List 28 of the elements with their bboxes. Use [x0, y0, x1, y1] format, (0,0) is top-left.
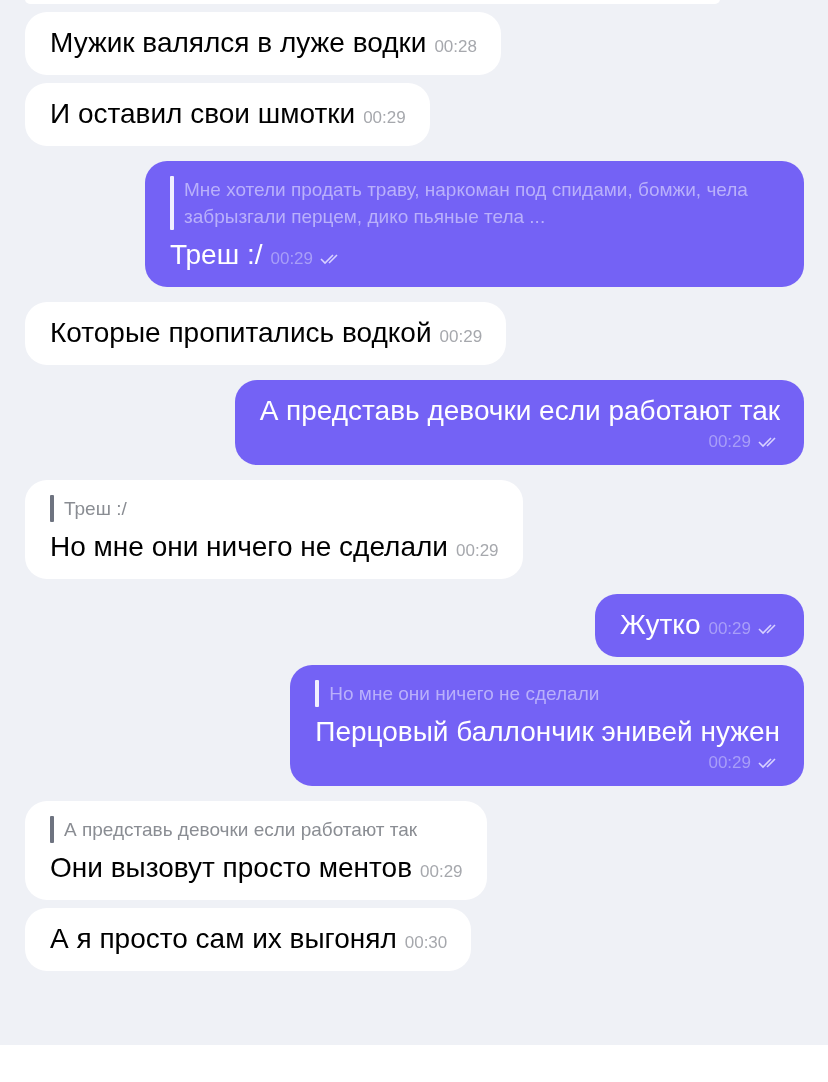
message-text: А я просто сам их выгонял — [50, 922, 397, 956]
message-time: 00:28 — [434, 37, 477, 57]
message-time: 00:29 — [439, 327, 483, 347]
message-time: 00:29 — [420, 862, 463, 882]
message-text: И оставил свои шмотки — [50, 97, 356, 131]
quoted-text: А представь девочки если работают так — [64, 818, 418, 842]
message-text: А представь девочки если работают так — [259, 394, 780, 428]
message-time: 00:29 — [708, 753, 751, 773]
message-text: Но мне они ничего не сделали — [50, 530, 448, 564]
quote-bar — [170, 176, 174, 230]
message-text: Треш :/ — [170, 238, 263, 272]
message-text: Жутко — [619, 608, 701, 642]
message-text: Мужик валялся в луже водки — [50, 26, 427, 60]
quote-bar — [315, 680, 320, 707]
message-text: Они вызовут просто ментов — [50, 851, 413, 885]
quote-bar — [50, 495, 54, 522]
message-time: 00:29 — [270, 249, 314, 269]
quote-bar — [50, 816, 54, 843]
quoted-text: Но мне они ничего не сделали — [329, 682, 600, 706]
message-time: 00:29 — [363, 108, 406, 128]
message-time: 00:30 — [404, 933, 448, 953]
message-time: 00:29 — [708, 619, 751, 639]
quoted-text: Мне хотели продать траву, наркоман под спидами, бомжи, чела забрызгали перцем, дико пьяные тела ... — [184, 178, 749, 229]
message-text: Которые пропитались водкой — [50, 316, 432, 350]
message-time: 00:29 — [456, 541, 499, 561]
quoted-text: Треш :/ — [64, 497, 127, 521]
message-time: 00:29 — [708, 432, 751, 452]
message-text: Перцовый баллончик энивей нужен — [315, 715, 780, 749]
